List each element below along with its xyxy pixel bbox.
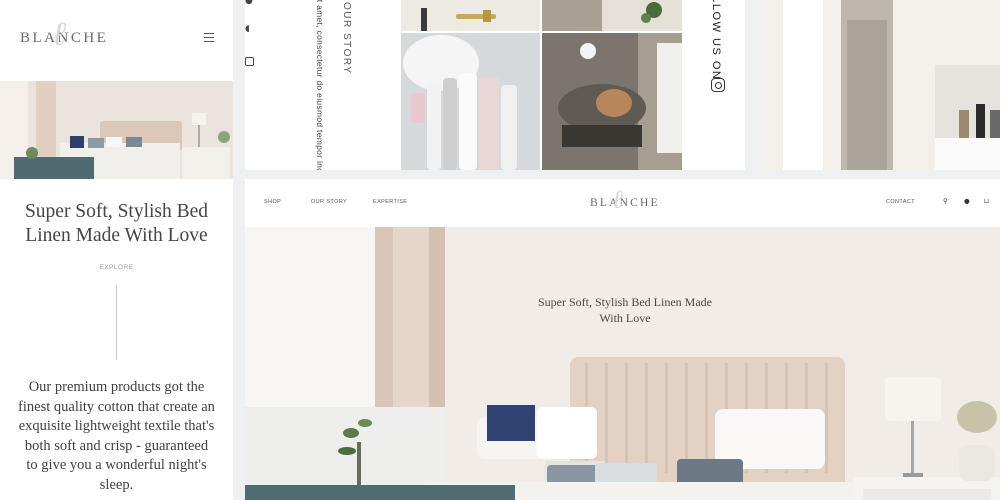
sleeping-photo bbox=[542, 33, 682, 170]
explore-link[interactable]: EXPLORE bbox=[0, 264, 233, 271]
desktop-hero-title: Super Soft, Stylish Bed Linen Made With … bbox=[538, 295, 712, 326]
instagram-icon[interactable] bbox=[245, 57, 254, 66]
mobile-hero-image bbox=[0, 81, 233, 179]
towels-photo bbox=[401, 33, 540, 170]
cart-icon[interactable]: ⊔ bbox=[984, 197, 989, 205]
our-story-heading: OUR STORY bbox=[341, 2, 352, 75]
apple-icon[interactable]: ◖ bbox=[245, 24, 250, 34]
hero-bedroom-image bbox=[245, 227, 1000, 500]
nav-expertise[interactable]: EXPERTISE bbox=[373, 199, 407, 205]
nav-our-story[interactable]: OUR STORY bbox=[311, 199, 347, 205]
desktop-logo[interactable]: ℓ BLANCHE bbox=[590, 185, 660, 215]
mobile-logo[interactable]: ℓ BLANCHE bbox=[20, 14, 108, 54]
nav-contact[interactable]: CONTACT bbox=[886, 199, 915, 205]
search-icon[interactable]: ⚲ bbox=[943, 197, 948, 205]
bedroom-photo bbox=[0, 81, 233, 179]
mobile-hero-title: Super Soft, Stylish Bed Linen Made With … bbox=[24, 201, 209, 247]
apple-icon[interactable]: ● bbox=[245, 0, 253, 6]
desktop-logo-text: BLANCHE bbox=[590, 197, 660, 209]
nav-shop[interactable]: SHOP bbox=[264, 199, 281, 205]
story-text: dolor sit amet, consectetur do eiusmod t… bbox=[315, 0, 325, 170]
desktop-preview: SHOP OUR STORY EXPERTISE ℓ BLANCHE CONTA… bbox=[245, 179, 1000, 500]
story-preview: ● ◖ dolor sit amet, consectetur do eiusm… bbox=[245, 0, 745, 170]
logo-flourish-icon: ℓ bbox=[612, 185, 623, 215]
bathroom-photo bbox=[763, 0, 1000, 170]
mobile-preview: ℓ BLANCHE Super Soft, Stylish Bed Linen … bbox=[0, 0, 233, 500]
instagram-icon[interactable] bbox=[711, 78, 725, 92]
follow-us-heading: FOLLOW US ON bbox=[710, 0, 722, 81]
hero-banner: Super Soft, Stylish Bed Linen Made With … bbox=[245, 227, 1000, 500]
main-navigation: SHOP OUR STORY EXPERTISE ℓ BLANCHE CONTA… bbox=[245, 179, 1000, 227]
explore-divider bbox=[116, 285, 117, 360]
mobile-description: Our premium products got the finest qual… bbox=[18, 379, 215, 493]
user-icon[interactable]: ● bbox=[964, 197, 970, 205]
faucet-photo bbox=[401, 0, 540, 31]
menu-icon[interactable] bbox=[204, 33, 214, 42]
logo-flourish-icon: ℓ bbox=[52, 14, 67, 54]
plant-photo bbox=[542, 0, 682, 31]
mobile-header: ℓ BLANCHE bbox=[0, 0, 233, 80]
